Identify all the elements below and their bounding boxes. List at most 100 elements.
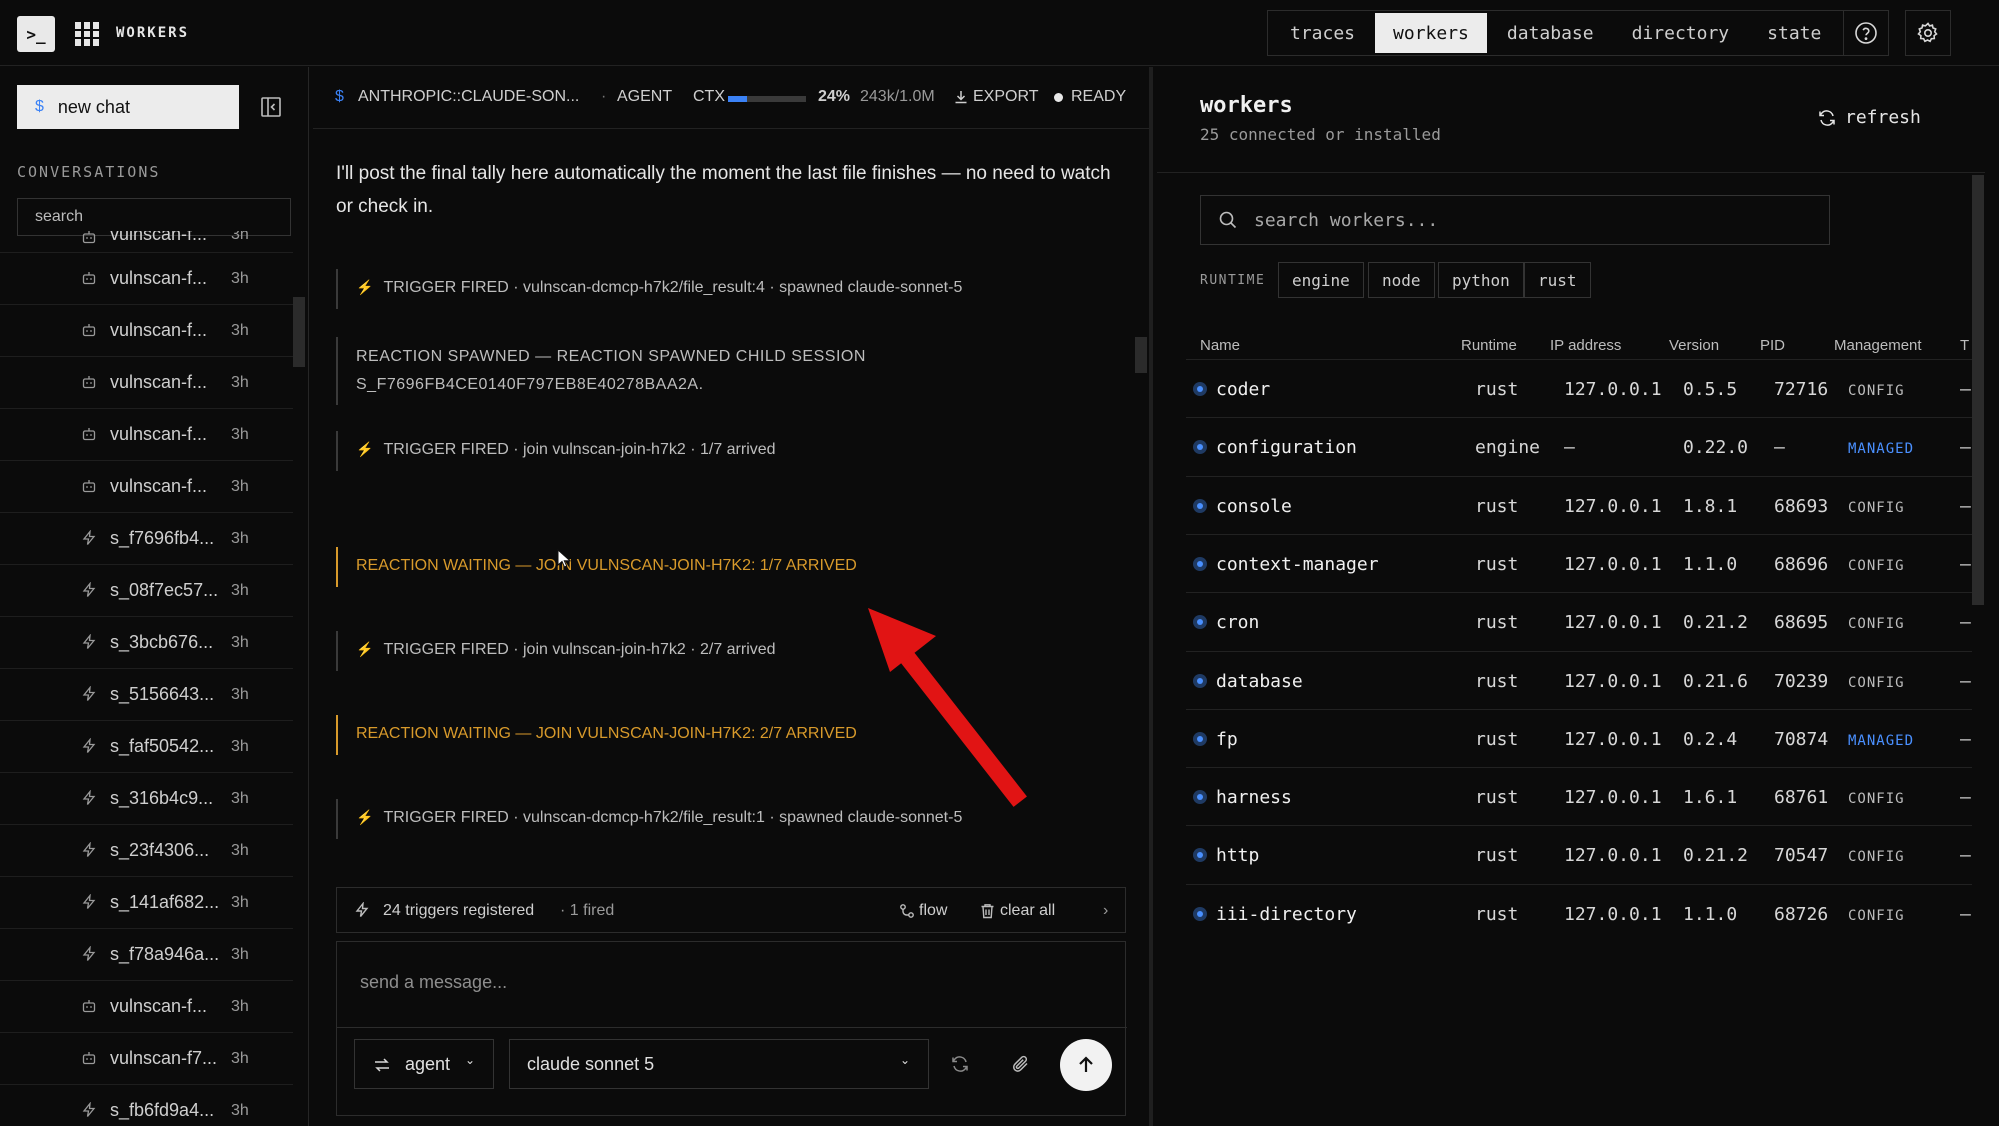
worker-version: 1.6.1 — [1683, 787, 1738, 809]
flow-button[interactable]: flow — [919, 902, 947, 920]
worker-row[interactable]: context-manager rust 127.0.0.1 1.1.0 68696 CO… — [1186, 533, 1972, 592]
chat-scrollbar[interactable] — [1135, 337, 1147, 373]
runtime-filter-engine[interactable]: engine — [1278, 262, 1364, 298]
column-header-management[interactable]: Management — [1834, 337, 1922, 354]
conversation-name: s_08f7ec57... — [110, 580, 219, 600]
bolt-icon — [82, 842, 96, 857]
worker-row[interactable]: database rust 127.0.0.1 0.21.6 70239 CONFIG – — [1186, 650, 1972, 709]
settings-button[interactable] — [1905, 10, 1951, 56]
conversation-item[interactable]: vulnscan-f... 3h — [0, 981, 293, 1033]
column-header-pid[interactable]: PID — [1760, 337, 1785, 354]
status-dot — [1193, 556, 1207, 571]
tab-database[interactable]: database — [1489, 13, 1612, 53]
red-arrow-annotation-icon — [868, 608, 1027, 807]
worker-management: CONFIG — [1848, 499, 1905, 516]
worker-name: cron — [1216, 612, 1260, 634]
runtime-filter-rust[interactable]: rust — [1524, 262, 1591, 298]
worker-runtime: rust — [1475, 903, 1519, 925]
runtime-filter-node[interactable]: node — [1368, 262, 1435, 298]
worker-ip: 127.0.0.1 — [1564, 787, 1662, 809]
help-button[interactable] — [1843, 10, 1889, 56]
refresh-label: refresh — [1845, 107, 1921, 128]
event-text: REACTION WAITING — JOIN VULNSCAN-JOIN-H7… — [356, 725, 857, 742]
conversation-item[interactable]: s_f78a946a... 3h — [0, 929, 293, 981]
worker-row[interactable]: harness rust 127.0.0.1 1.6.1 68761 CONFIG – — [1186, 767, 1972, 825]
conversation-item[interactable]: s_08f7ec57... 3h — [0, 565, 293, 617]
runtime-filter-python[interactable]: python — [1438, 262, 1524, 298]
event-text: TRIGGER FIRED · join vulnscan-join-h7k2 … — [383, 441, 776, 458]
column-header-t[interactable]: T — [1960, 337, 1969, 354]
conversation-item[interactable]: vulnscan-f... 3h — [0, 461, 293, 513]
triggers-bar[interactable]: 24 triggers registered · 1 fired flow cl… — [336, 887, 1126, 933]
worker-extra: – — [1960, 903, 1971, 925]
new-chat-button[interactable]: $ new chat — [17, 85, 239, 129]
conversation-item[interactable]: vulnscan-f... 3h — [0, 253, 293, 305]
terminal-button[interactable]: >_ — [17, 16, 55, 52]
tab-directory[interactable]: directory — [1614, 13, 1748, 53]
refresh-icon[interactable] — [950, 1054, 970, 1074]
column-header-version[interactable]: Version — [1669, 337, 1719, 354]
worker-version: 1.8.1 — [1683, 495, 1738, 517]
worker-version: 1.1.0 — [1683, 553, 1738, 575]
conversation-item[interactable]: s_3bcb676... 3h — [0, 617, 293, 669]
chevron-right-icon[interactable]: › — [1103, 902, 1108, 920]
conversation-name: s_5156643... — [110, 684, 215, 704]
conversation-item[interactable]: s_faf50542... 3h — [0, 721, 293, 773]
sidebar-scrollbar[interactable] — [293, 297, 305, 367]
collapse-sidebar-icon[interactable] — [259, 95, 283, 119]
dollar-icon: $ — [335, 88, 344, 105]
tab-workers[interactable]: workers — [1375, 13, 1487, 53]
worker-row[interactable]: cron rust 127.0.0.1 0.21.2 68695 CONFIG – — [1186, 592, 1972, 650]
workers-search-input[interactable]: search workers... — [1200, 195, 1830, 245]
send-button[interactable] — [1060, 1039, 1112, 1091]
conversation-item[interactable]: vulnscan-f... 3h — [0, 231, 293, 253]
tab-traces[interactable]: traces — [1272, 13, 1373, 53]
mode-select[interactable]: agent ⌄ — [354, 1039, 494, 1089]
model-select[interactable]: claude sonnet 5 ⌄ — [509, 1039, 929, 1089]
conversation-item[interactable]: s_23f4306... 3h — [0, 825, 293, 877]
bot-icon — [82, 272, 96, 285]
conversation-item[interactable]: s_316b4c9... 3h — [0, 773, 293, 825]
conversation-name: vulnscan-f... — [110, 231, 208, 244]
worker-row[interactable]: fp rust 127.0.0.1 0.2.4 70874 MANAGED – — [1186, 708, 1972, 767]
clear-all-button[interactable]: clear all — [1000, 902, 1055, 920]
column-header-ip[interactable]: IP address — [1550, 337, 1621, 354]
worker-row[interactable]: http rust 127.0.0.1 0.21.2 70547 CONFIG – — [1186, 825, 1972, 883]
refresh-icon — [1819, 109, 1835, 126]
worker-management: MANAGED — [1848, 732, 1915, 749]
worker-runtime: rust — [1475, 495, 1519, 517]
conversation-item[interactable]: s_5156643... 3h — [0, 669, 293, 721]
conversation-item[interactable]: vulnscan-f... 3h — [0, 305, 293, 357]
message-input[interactable]: send a message... — [360, 972, 507, 993]
conversation-name: vulnscan-f... — [110, 476, 208, 496]
export-button[interactable]: EXPORT — [973, 88, 1039, 106]
worker-extra: – — [1960, 670, 1971, 692]
event-text: TRIGGER FIRED · vulnscan-dcmcp-h7k2/file… — [383, 279, 963, 296]
refresh-button[interactable]: refresh — [1817, 107, 1921, 128]
workers-scrollbar[interactable] — [1972, 175, 1984, 605]
tab-state[interactable]: state — [1749, 13, 1839, 53]
column-header-name[interactable]: Name — [1200, 337, 1240, 354]
conversation-item[interactable]: vulnscan-f7... 3h — [0, 1033, 293, 1085]
status-dot — [1054, 93, 1063, 102]
conversation-time: 3h — [231, 529, 249, 547]
worker-row[interactable]: console rust 127.0.0.1 1.8.1 68693 CONFIG – — [1186, 475, 1972, 534]
conversation-item[interactable]: vulnscan-f... 3h — [0, 409, 293, 461]
conversation-name: s_fb6fd9a4... — [110, 1100, 215, 1120]
conversation-item[interactable]: s_f7696fb4... 3h — [0, 513, 293, 565]
paperclip-icon[interactable] — [1010, 1053, 1032, 1075]
worker-runtime: rust — [1475, 728, 1519, 750]
worker-row[interactable]: configuration engine – 0.22.0 – MANAGED – — [1186, 417, 1972, 475]
worker-row[interactable]: iii-directory rust 127.0.0.1 1.1.0 68726 CONF… — [1186, 883, 1972, 942]
gear-icon — [1917, 22, 1938, 43]
conversation-item[interactable]: vulnscan-f... 3h — [0, 357, 293, 409]
worker-version: 0.5.5 — [1683, 379, 1738, 400]
conversation-item[interactable]: s_fb6fd9a4... 3h — [0, 1085, 293, 1126]
column-header-runtime[interactable]: Runtime — [1461, 337, 1517, 354]
conversation-list: vulnscan-f... 3h vulnscan-f... 3h vulnscan-f… — [0, 231, 295, 1126]
flow-icon — [900, 904, 914, 918]
sidebar: $ new chat CONVERSATIONS search vulnscan… — [0, 67, 309, 1126]
worker-row[interactable]: coder rust 127.0.0.1 0.5.5 72716 CONFIG – — [1186, 359, 1972, 417]
conversation-item[interactable]: s_141af682... 3h — [0, 877, 293, 929]
mode-label: AGENT — [617, 88, 673, 105]
